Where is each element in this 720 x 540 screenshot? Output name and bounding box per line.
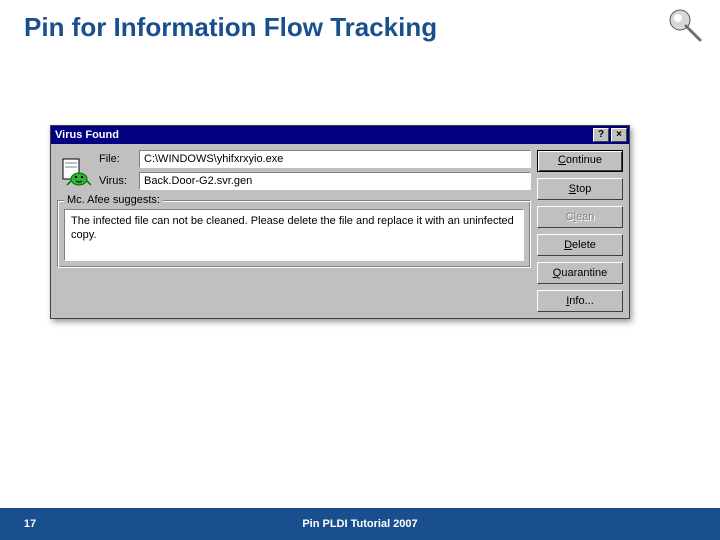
file-label: File: — [99, 153, 139, 165]
quarantine-button[interactable]: Quarantine — [537, 262, 623, 284]
virus-found-dialog: Virus Found ? × — [50, 125, 630, 319]
suggestion-text: The infected file can not be cleaned. Pl… — [64, 209, 524, 261]
delete-button[interactable]: Delete — [537, 234, 623, 256]
virus-icon — [57, 155, 91, 189]
close-button[interactable]: × — [611, 128, 627, 142]
suggestion-legend: Mc. Afee suggests: — [64, 194, 163, 206]
dialog-title: Virus Found — [55, 129, 591, 141]
virus-name-field: Back.Door-G2.svr.gen — [139, 172, 531, 190]
file-path-field: C:\WINDOWS\yhifxrxyio.exe — [139, 150, 531, 168]
slide-title: Pin for Information Flow Tracking — [0, 0, 720, 43]
continue-button[interactable]: Continue — [537, 150, 623, 172]
dialog-titlebar[interactable]: Virus Found ? × — [51, 126, 629, 144]
virus-label: Virus: — [99, 175, 139, 187]
help-button[interactable]: ? — [593, 128, 609, 142]
pushpin-icon — [666, 6, 706, 46]
suggestion-group: Mc. Afee suggests: The infected file can… — [57, 200, 531, 268]
info-button[interactable]: Info... — [537, 290, 623, 312]
clean-button[interactable]: Clean — [537, 206, 623, 228]
page-number: 17 — [0, 518, 60, 530]
footer-text: Pin PLDI Tutorial 2007 — [60, 518, 720, 530]
slide-footer: 17 Pin PLDI Tutorial 2007 — [0, 508, 720, 540]
stop-button[interactable]: Stop — [537, 178, 623, 200]
